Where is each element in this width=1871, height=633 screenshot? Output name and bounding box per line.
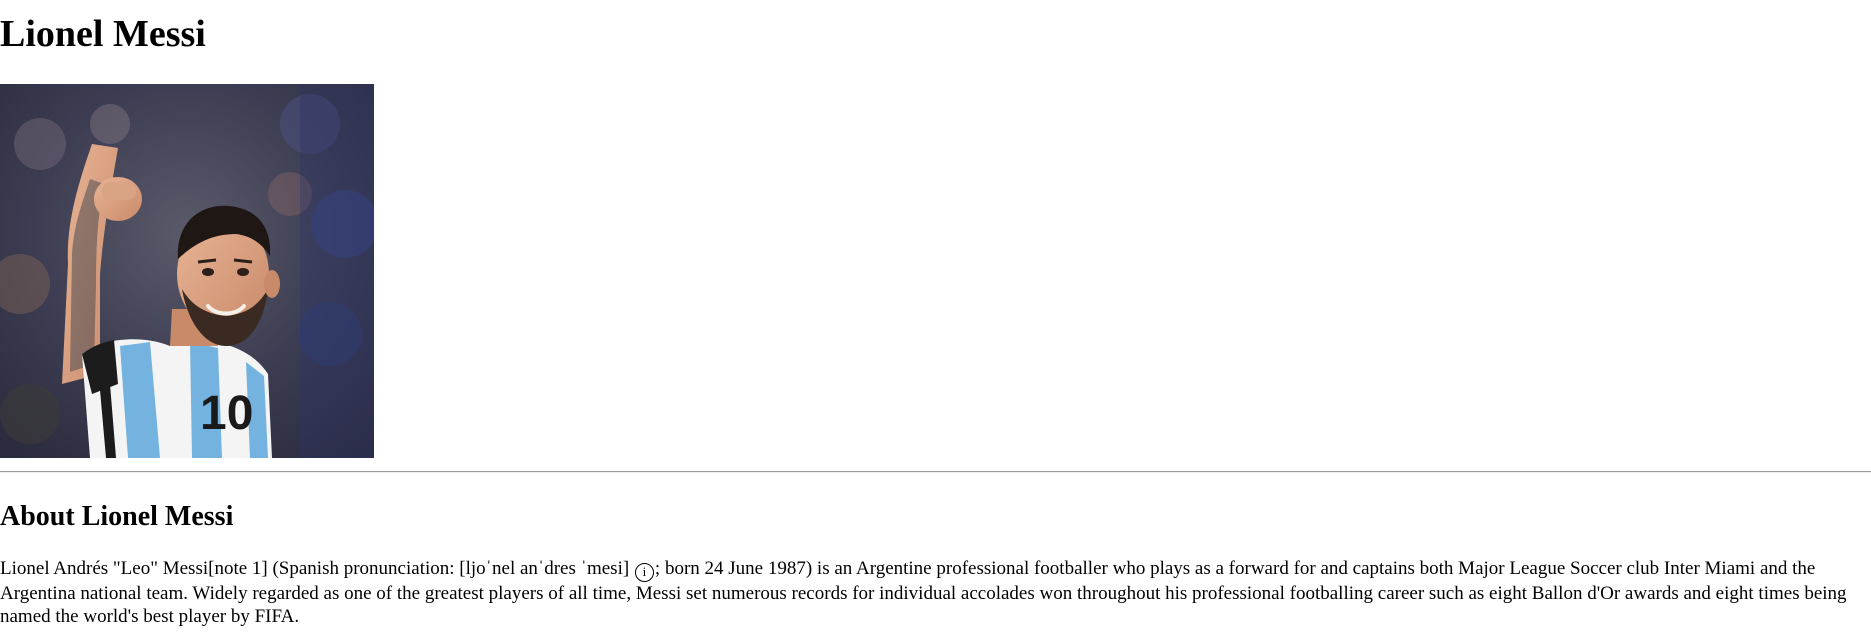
profile-photo: 10 (0, 84, 374, 458)
page: Lionel Messi 10 About Lionel Messi Lione… (0, 0, 1871, 633)
bio-paragraph: Lionel Andrés "Leo" Messi[note 1] (Spani… (0, 557, 1866, 628)
audio-info-icon[interactable]: i (634, 563, 654, 582)
svg-text:10: 10 (200, 387, 253, 440)
section-divider (0, 471, 1871, 473)
about-heading: About Lionel Messi (0, 501, 234, 532)
bio-text-start: Lionel Andrés "Leo" Messi[note 1] (Spani… (0, 558, 630, 579)
page-title: Lionel Messi (0, 13, 206, 55)
